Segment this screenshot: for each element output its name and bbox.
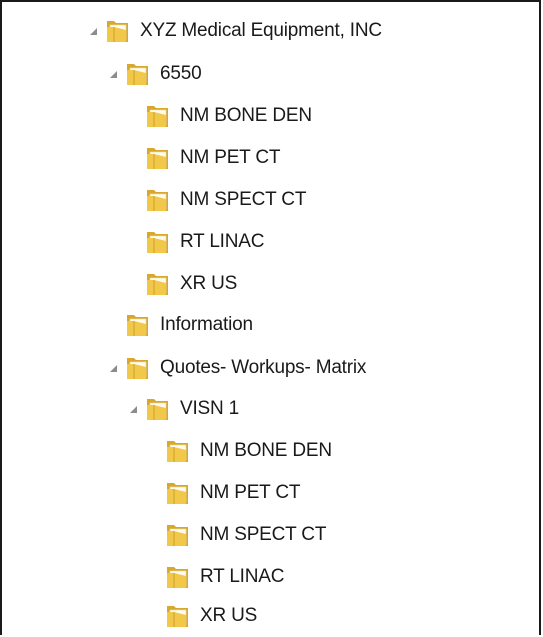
tree-node-root[interactable]: XYZ Medical Equipment, INC [86, 10, 382, 52]
tree-node-6550-xr-us[interactable]: XR US [146, 263, 237, 305]
expanded-chevron-icon[interactable] [106, 361, 120, 375]
folder-icon [146, 145, 170, 171]
tree-node-6550[interactable]: 6550 [106, 53, 202, 95]
tree-node-visn1-rt-linac[interactable]: RT LINAC [166, 556, 284, 598]
folder-icon [146, 396, 170, 422]
tree-node-information[interactable]: Information [126, 304, 253, 346]
folder-icon [146, 103, 170, 129]
folder-icon [166, 522, 190, 548]
folder-icon [126, 61, 150, 87]
tree-node-label: NM BONE DEN [200, 440, 332, 461]
folder-tree: XYZ Medical Equipment, INC 6550 NM BONE … [2, 2, 539, 635]
tree-node-label: NM PET CT [180, 147, 281, 168]
expanded-chevron-icon[interactable] [126, 402, 140, 416]
tree-node-label: XR US [180, 273, 238, 294]
folder-icon [166, 564, 190, 590]
folder-icon [146, 187, 170, 213]
tree-node-label: Quotes- Workups- Matrix [160, 357, 367, 378]
tree-node-visn1-nm-spect-ct[interactable]: NM SPECT CT [166, 514, 326, 556]
tree-node-label: NM SPECT CT [180, 189, 307, 210]
tree-node-visn1-nm-bone-den[interactable]: NM BONE DEN [166, 430, 332, 472]
folder-icon [106, 18, 130, 44]
folder-icon [166, 480, 190, 506]
folder-icon [166, 438, 190, 464]
tree-node-label: RT LINAC [180, 231, 265, 252]
folder-icon [146, 229, 170, 255]
folder-tree-panel: XYZ Medical Equipment, INC 6550 NM BONE … [0, 0, 541, 635]
folder-icon [126, 312, 150, 338]
tree-node-6550-nm-spect-ct[interactable]: NM SPECT CT [146, 179, 306, 221]
tree-node-label: XR US [200, 605, 258, 626]
tree-node-label: NM SPECT CT [200, 524, 327, 545]
tree-node-label: 6550 [160, 63, 202, 84]
tree-node-visn1-nm-pet-ct[interactable]: NM PET CT [166, 472, 300, 514]
expanded-chevron-icon[interactable] [106, 67, 120, 81]
tree-node-6550-nm-pet-ct[interactable]: NM PET CT [146, 137, 280, 179]
tree-node-label: RT LINAC [200, 566, 285, 587]
tree-node-label: NM PET CT [200, 482, 301, 503]
folder-icon [166, 603, 190, 629]
tree-node-visn-1[interactable]: VISN 1 [126, 388, 239, 430]
tree-node-quotes-workups-matrix[interactable]: Quotes- Workups- Matrix [106, 347, 366, 389]
tree-node-label: XYZ Medical Equipment, INC [140, 20, 382, 41]
tree-node-6550-rt-linac[interactable]: RT LINAC [146, 221, 264, 263]
tree-node-6550-nm-bone-den[interactable]: NM BONE DEN [146, 95, 312, 137]
tree-node-label: NM BONE DEN [180, 105, 312, 126]
tree-node-visn1-xr-us[interactable]: XR US [166, 595, 257, 637]
expanded-chevron-icon[interactable] [86, 24, 100, 38]
tree-node-label: Information [160, 314, 253, 335]
folder-icon [126, 355, 150, 381]
tree-node-label: VISN 1 [180, 398, 239, 419]
folder-icon [146, 271, 170, 297]
